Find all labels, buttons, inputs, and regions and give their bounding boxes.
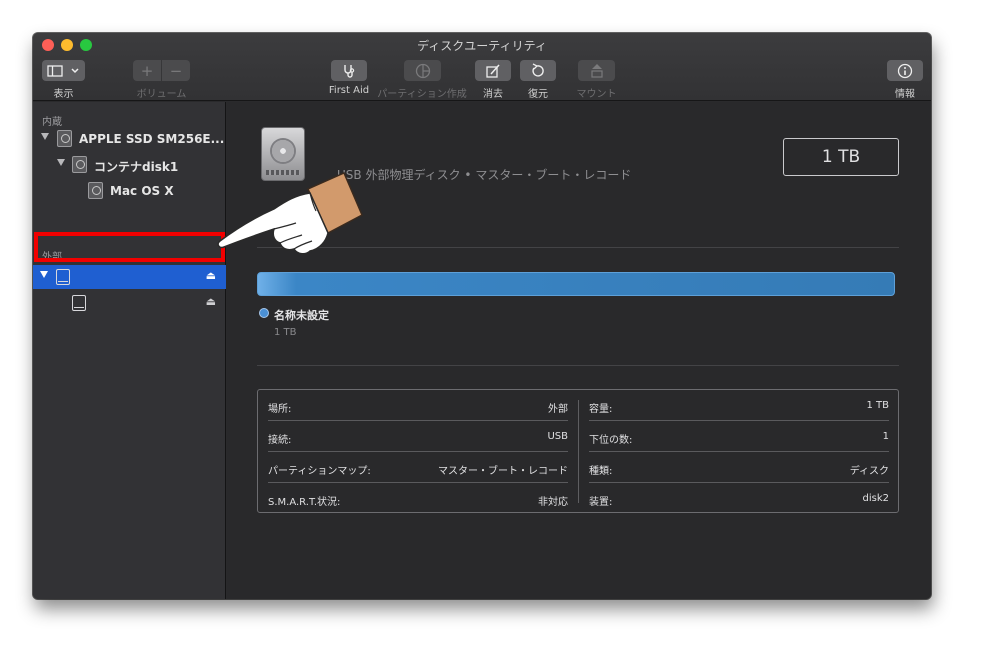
info-button[interactable]: [887, 60, 923, 81]
container-disk-icon: [72, 156, 87, 173]
chevron-down-icon: [70, 67, 79, 73]
first-aid-button[interactable]: [331, 60, 367, 81]
pie-chart-icon: [415, 63, 430, 78]
info-key: パーティションマップ:: [268, 466, 371, 477]
info-row-type: 種類: ディスク: [589, 452, 889, 483]
add-volume-button[interactable]: +: [133, 60, 161, 81]
internal-disk-icon: [57, 130, 72, 147]
titlebar: ディスクユーティリティ 表示 + − ボリューム First Aid パーティシ…: [33, 33, 931, 101]
sidebar: 内蔵 APPLE SSD SM256E... コンテナdisk1 Mac OS …: [33, 102, 226, 599]
info-key: 接続:: [268, 435, 292, 446]
info-row-partition-map: パーティションマップ: マスター・ブート・レコード: [268, 452, 568, 483]
info-icon: [897, 63, 913, 78]
external-volume-icon: [72, 295, 86, 311]
info-key: 装置:: [589, 497, 613, 508]
info-key: 容量:: [589, 404, 613, 415]
info-row-smart: S.M.A.R.T.状況: 非対応: [268, 483, 568, 514]
restore-icon: [532, 62, 544, 77]
info-value: 非対応: [538, 497, 568, 508]
partition-size: 1 TB: [274, 327, 297, 338]
erase-label: 消去: [483, 89, 503, 100]
info-column-divider: [578, 400, 579, 503]
info-row-connection: 接続: USB: [268, 421, 568, 452]
info-key: 場所:: [268, 404, 292, 415]
info-value: USB: [547, 431, 568, 442]
divider: [257, 365, 899, 366]
sidebar-item-container[interactable]: コンテナdisk1: [33, 153, 226, 177]
sidebar-item-label: コンテナdisk1: [94, 160, 179, 174]
first-aid-label: First Aid: [328, 85, 370, 96]
annotation-highlight-box: [34, 232, 225, 262]
disk-description: USB 外部物理ディスク • マスター・ブート・レコード: [337, 168, 632, 182]
view-label: 表示: [53, 89, 74, 100]
info-key: S.M.A.R.T.状況:: [268, 497, 341, 508]
sidebar-item-label: APPLE SSD SM256E...: [79, 132, 225, 146]
eject-icon[interactable]: ⏏: [206, 295, 216, 308]
remove-volume-button[interactable]: −: [162, 60, 190, 81]
restore-label: 復元: [528, 89, 548, 100]
eject-icon[interactable]: ⏏: [206, 269, 216, 282]
restore-button[interactable]: [520, 60, 556, 81]
sidebar-item-external-volume[interactable]: ⏏: [33, 291, 226, 315]
info-value: 外部: [548, 404, 568, 415]
mount-icon: [590, 63, 603, 78]
volume-disk-icon: [88, 182, 103, 199]
disk-utility-window: ディスクユーティリティ 表示 + − ボリューム First Aid パーティシ…: [33, 33, 931, 599]
erase-button[interactable]: [475, 60, 511, 81]
external-disk-icon: [56, 269, 70, 285]
erase-icon: [486, 64, 500, 78]
pointing-hand-icon: [217, 172, 363, 255]
sidebar-item-external-disk[interactable]: ⏏: [33, 265, 226, 289]
sidebar-icon: [46, 64, 63, 77]
info-key: 下位の数:: [589, 435, 633, 446]
info-key: 種類:: [589, 466, 613, 477]
info-row-device: 装置: disk2: [589, 483, 889, 514]
window-title: ディスクユーティリティ: [417, 39, 547, 53]
mount-label: マウント: [576, 89, 617, 100]
info-value: ディスク: [849, 466, 889, 477]
info-row-child-count: 下位の数: 1: [589, 421, 889, 452]
partition-label: パーティション作成: [377, 89, 467, 100]
partition-button[interactable]: [404, 60, 441, 81]
disclosure-triangle-icon[interactable]: [41, 133, 49, 140]
sidebar-item-label: Mac OS X: [110, 184, 174, 198]
info-row-capacity: 容量: 1 TB: [589, 390, 889, 421]
sidebar-item-macos[interactable]: Mac OS X: [33, 179, 226, 203]
info-row-location: 場所: 外部: [268, 390, 568, 421]
internal-section-title: 内蔵: [42, 117, 62, 128]
partition-color-dot: [259, 308, 269, 318]
partition-bar[interactable]: [257, 272, 895, 296]
info-value: 1 TB: [866, 400, 889, 411]
mount-button[interactable]: [578, 60, 615, 81]
stethoscope-icon: [344, 64, 355, 78]
info-value: 1: [882, 431, 889, 442]
sidebar-item-apple-ssd[interactable]: APPLE SSD SM256E...: [33, 127, 226, 151]
partition-name: 名称未設定: [274, 309, 329, 322]
view-button[interactable]: [42, 60, 85, 81]
info-value: マスター・ブート・レコード: [438, 466, 568, 477]
disclosure-triangle-icon[interactable]: [57, 159, 65, 166]
volume-label: ボリューム: [136, 89, 187, 100]
disclosure-triangle-icon[interactable]: [40, 271, 48, 278]
disk-size-badge: 1 TB: [783, 138, 899, 176]
info-label: 情報: [895, 89, 915, 100]
disk-info-table: 場所: 外部 接続: USB パーティションマップ: マスター・ブート・レコード…: [257, 389, 899, 513]
info-value: disk2: [862, 493, 890, 504]
